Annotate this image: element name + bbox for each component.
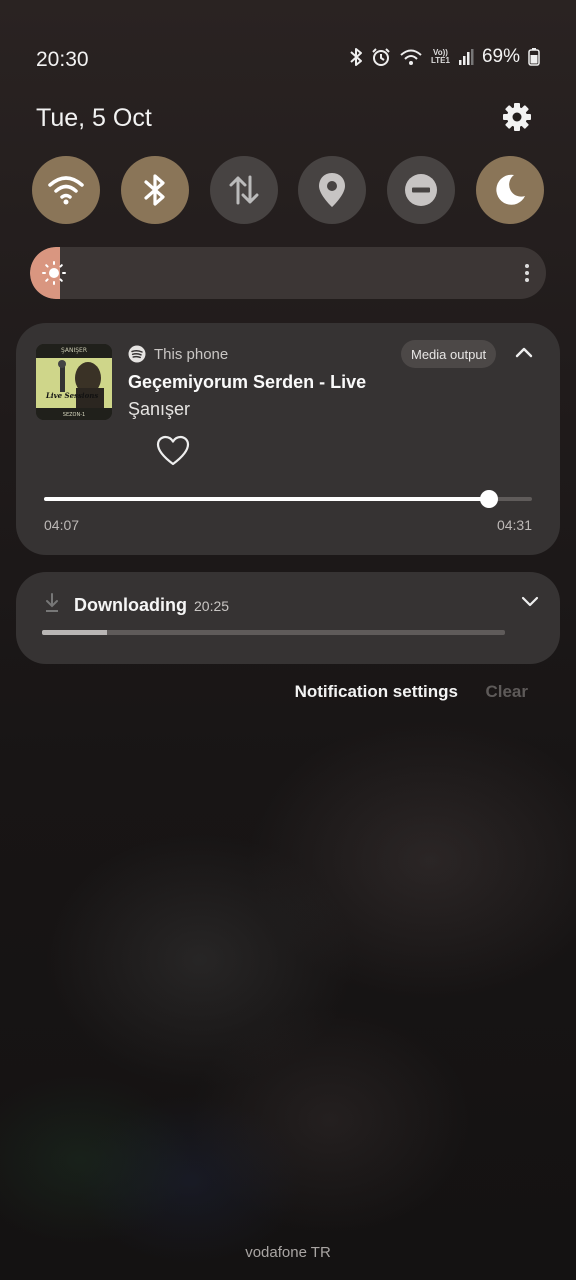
carrier-label: vodafone TR xyxy=(245,1244,331,1261)
wifi-status-icon xyxy=(400,49,422,65)
chevron-up-icon[interactable] xyxy=(514,345,534,359)
track-title: Geçemiyorum Serden - Live xyxy=(128,372,367,392)
moon-icon xyxy=(496,174,525,205)
download-notification-card[interactable]: Downloading 20:25 xyxy=(16,572,560,664)
album-art-season-text: SEZON-1 xyxy=(63,412,85,418)
do-not-disturb-icon xyxy=(405,174,438,206)
settings-gear-icon[interactable] xyxy=(500,100,534,134)
seek-bar-progress xyxy=(44,497,489,501)
date-label: Tue, 5 Oct xyxy=(36,104,152,132)
clear-button[interactable]: Clear xyxy=(485,682,528,702)
media-seek-bar[interactable] xyxy=(44,490,532,508)
download-icon xyxy=(46,593,58,612)
mobile-data-icon xyxy=(229,175,259,205)
more-options-icon[interactable] xyxy=(524,263,530,283)
seek-bar-thumb[interactable] xyxy=(479,490,498,508)
lte-label: LTE1 xyxy=(431,56,450,65)
download-progress-fill xyxy=(42,630,107,635)
download-progress-bar xyxy=(42,630,505,635)
dark-mode-toggle[interactable] xyxy=(475,156,544,224)
mobile-data-toggle[interactable] xyxy=(209,156,278,224)
brightness-slider[interactable] xyxy=(30,247,546,299)
bluetooth-toggle[interactable] xyxy=(120,156,189,224)
wifi-toggle[interactable] xyxy=(32,156,100,224)
bluetooth-icon xyxy=(144,174,165,206)
spotify-icon xyxy=(128,345,146,363)
alarm-icon xyxy=(372,48,390,66)
album-art: ŞANIŞER Live Sessions SEZON-1 xyxy=(36,344,112,420)
notification-settings-button[interactable]: Notification settings xyxy=(295,682,458,702)
track-artist: Şanışer xyxy=(128,399,191,419)
album-art-title-text: Live Sessions xyxy=(45,391,98,400)
location-icon xyxy=(319,173,346,207)
quick-settings-row xyxy=(32,156,544,224)
total-time: 04:31 xyxy=(496,517,532,533)
signal-icon xyxy=(458,49,474,65)
battery-icon xyxy=(528,48,540,66)
status-icons: Vo)) LTE1 69% xyxy=(349,46,540,68)
download-title: Downloading xyxy=(74,595,187,615)
media-notification-card[interactable]: ŞANIŞER Live Sessions SEZON-1 This phone… xyxy=(16,323,560,555)
battery-percent: 69% xyxy=(481,46,520,67)
brightness-sun-icon xyxy=(42,261,66,285)
media-output-button[interactable]: Media output xyxy=(401,340,497,368)
do-not-disturb-toggle[interactable] xyxy=(387,156,456,224)
playback-source: This phone xyxy=(154,346,229,363)
status-time: 20:30 xyxy=(36,48,89,71)
chevron-down-icon[interactable] xyxy=(520,594,540,608)
download-time: 20:25 xyxy=(194,598,230,614)
bluetooth-status-icon xyxy=(350,48,362,66)
wifi-icon xyxy=(48,176,84,205)
location-toggle[interactable] xyxy=(298,156,367,224)
album-art-artist-text: ŞANIŞER xyxy=(61,347,87,354)
volte-lte-indicator: Vo)) LTE1 xyxy=(431,49,450,65)
heart-icon[interactable] xyxy=(156,435,190,467)
elapsed-time: 04:07 xyxy=(44,517,80,533)
